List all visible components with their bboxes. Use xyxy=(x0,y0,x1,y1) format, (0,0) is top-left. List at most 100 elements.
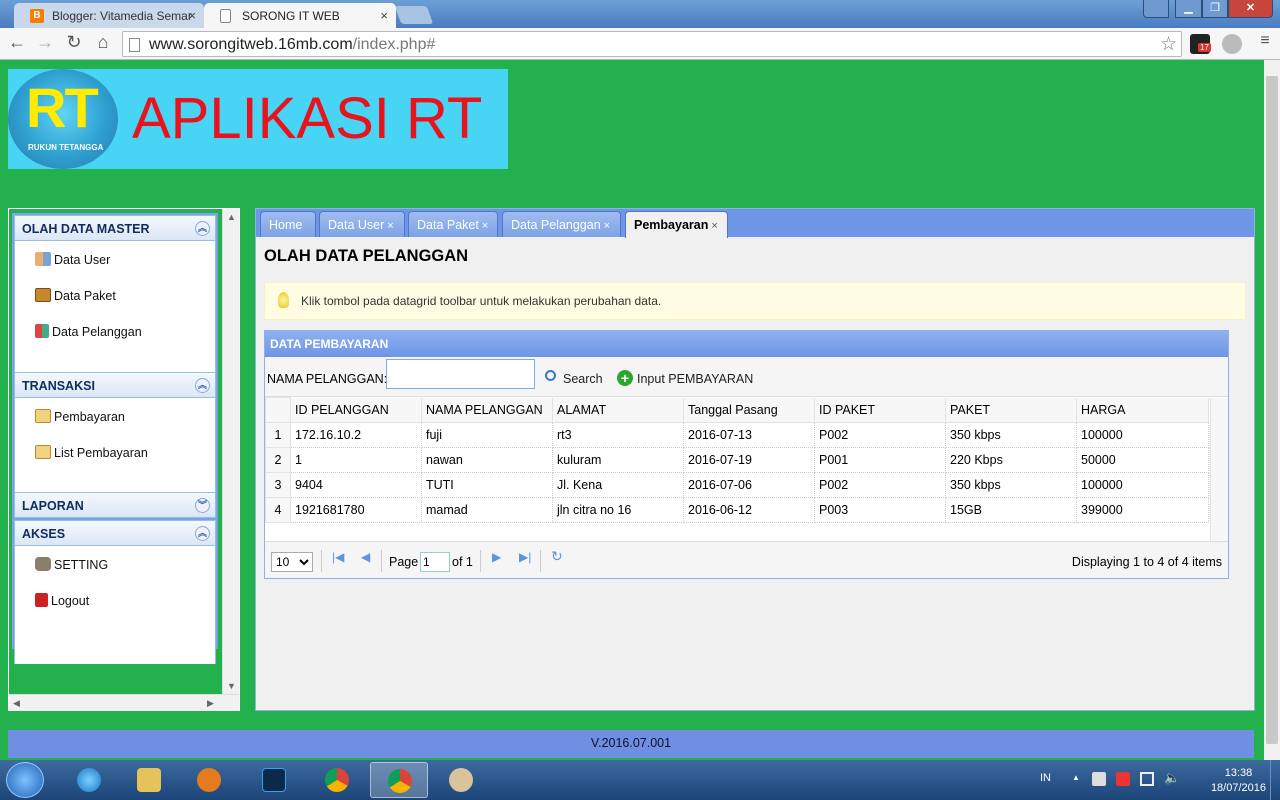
expand-icon[interactable]: ︾ xyxy=(195,498,210,513)
collapse-icon[interactable]: ︽ xyxy=(195,221,210,236)
datagrid-scrollbar[interactable] xyxy=(1210,398,1228,549)
language-indicator[interactable]: IN xyxy=(1040,772,1051,784)
user-profile-button[interactable] xyxy=(1143,0,1169,18)
info-text: Klik tombol pada datagrid toolbar untuk … xyxy=(301,294,662,308)
taskbar-photoshop[interactable] xyxy=(245,762,303,798)
sidebar-item-data-user[interactable]: Data User xyxy=(15,241,215,277)
taskbar-chrome-active[interactable] xyxy=(370,762,428,798)
page-size-select[interactable]: 10 xyxy=(271,552,313,572)
sidebar-item-pembayaran[interactable]: Pembayaran xyxy=(15,398,215,434)
browser-tab-sorong[interactable]: SORONG IT WEB × xyxy=(204,3,396,28)
column-header[interactable]: ID PAKET xyxy=(814,397,946,423)
tab-data-pelanggan[interactable]: Data Pelanggan × xyxy=(502,211,621,237)
taskbar-paint[interactable] xyxy=(432,762,490,798)
search-button[interactable]: Search xyxy=(545,370,603,386)
show-desktop-button[interactable] xyxy=(1270,760,1280,800)
tab-data-paket[interactable]: Data Paket × xyxy=(408,211,498,237)
logo-subtext: RUKUN TETANGGA xyxy=(28,143,104,152)
system-tray: IN ▲ 🔈 13:38 18/07/2016 xyxy=(1030,760,1280,800)
scroll-right-icon[interactable]: ▶ xyxy=(207,698,214,709)
column-header[interactable]: Tanggal Pasang xyxy=(683,397,815,423)
sidebar-item-setting[interactable]: SETTING xyxy=(15,546,215,582)
new-tab-button[interactable] xyxy=(394,6,434,24)
minimize-button[interactable]: ▁ xyxy=(1175,0,1202,18)
section-header-akses[interactable]: AKSES ︽ xyxy=(14,520,216,546)
page-number-input[interactable] xyxy=(420,552,450,572)
taskbar-chrome[interactable] xyxy=(308,762,366,798)
refresh-icon[interactable]: ↻ xyxy=(551,548,563,565)
url-path: /index.php# xyxy=(352,36,436,53)
volume-icon[interactable]: 🔈 xyxy=(1164,770,1180,786)
column-header[interactable]: ALAMAT xyxy=(552,397,684,423)
sidebar-item-data-pelanggan[interactable]: Data Pelanggan xyxy=(15,313,215,349)
last-page-icon[interactable]: ▶| xyxy=(519,550,531,564)
section-header-laporan[interactable]: LAPORAN ︾ xyxy=(14,492,216,518)
close-tab-icon[interactable]: × xyxy=(380,8,388,23)
close-window-button[interactable]: ✕ xyxy=(1228,0,1273,18)
first-page-icon[interactable]: |◀ xyxy=(332,550,344,564)
sidebar-vertical-scrollbar[interactable]: ▲ ▼ xyxy=(222,209,239,694)
column-header[interactable]: ID PELANGGAN xyxy=(290,397,422,423)
column-header[interactable]: PAKET xyxy=(945,397,1077,423)
sidebar-item-logout[interactable]: Logout xyxy=(15,582,215,618)
security-icon[interactable] xyxy=(1116,772,1130,786)
close-tab-icon[interactable]: × xyxy=(604,220,610,232)
taskbar-ie[interactable] xyxy=(60,762,118,798)
action-center-icon[interactable] xyxy=(1092,772,1106,786)
scroll-up-icon[interactable]: ▲ xyxy=(227,212,236,222)
clock[interactable]: 13:38 18/07/2016 xyxy=(1211,766,1266,796)
input-pembayaran-button[interactable]: + Input PEMBAYARAN xyxy=(617,370,753,386)
start-button[interactable] xyxy=(6,762,44,798)
browser-tab-title: SORONG IT WEB xyxy=(242,9,340,23)
section-header-master[interactable]: OLAH DATA MASTER ︽ xyxy=(14,215,216,241)
scroll-down-icon[interactable]: ▼ xyxy=(227,681,236,691)
table-row[interactable]: 2 1 nawan kuluram 2016-07-19 P001 220 Kb… xyxy=(265,447,1209,473)
network-icon[interactable] xyxy=(1140,772,1154,786)
sidebar-item-data-paket[interactable]: Data Paket xyxy=(15,277,215,313)
info-message: Klik tombol pada datagrid toolbar untuk … xyxy=(264,282,1246,320)
sidebar-item-list-pembayaran[interactable]: List Pembayaran xyxy=(15,434,215,470)
page-scrollbar-thumb[interactable] xyxy=(1266,76,1278,744)
close-tab-icon[interactable]: × xyxy=(387,220,393,232)
tab-home[interactable]: Home xyxy=(260,211,316,237)
bookmark-star-icon[interactable]: ☆ xyxy=(1160,33,1177,56)
menu-icon[interactable]: ≡ xyxy=(1254,32,1276,50)
globe-extension-icon[interactable] xyxy=(1222,34,1242,54)
browser-tab-blogger[interactable]: B Blogger: Vitamedia Semar × xyxy=(14,3,204,28)
table-row[interactable]: 1 172.16.10.2 fuji rt3 2016-07-13 P002 3… xyxy=(265,422,1209,448)
prev-page-icon[interactable]: ◀ xyxy=(361,550,370,564)
sidebar-horizontal-scrollbar[interactable]: ◀ ▶ xyxy=(9,694,239,711)
reload-icon[interactable]: ↻ xyxy=(63,32,85,53)
maximize-button[interactable]: ❐ xyxy=(1202,0,1228,18)
tab-label: Data Pelanggan xyxy=(511,218,601,232)
table-row[interactable]: 4 1921681780 mamad jln citra no 16 2016-… xyxy=(265,497,1209,523)
customers-icon xyxy=(35,324,49,338)
back-arrow-icon[interactable]: ← xyxy=(6,32,28,53)
extension-badge: 17 xyxy=(1198,43,1211,52)
close-tab-icon[interactable]: × xyxy=(711,220,717,232)
forward-arrow-icon[interactable]: → xyxy=(34,32,56,53)
header-banner: RT RUKUN TETANGGA APLIKASI RT xyxy=(8,69,508,169)
collapse-icon[interactable]: ︽ xyxy=(195,526,210,541)
tab-pembayaran[interactable]: Pembayaran × xyxy=(625,211,728,238)
address-bar[interactable]: www.sorongitweb.16mb.com/index.php# ☆ xyxy=(122,31,1182,57)
search-input[interactable] xyxy=(386,359,535,389)
page-scrollbar[interactable] xyxy=(1264,60,1280,760)
home-icon[interactable]: ⌂ xyxy=(92,32,114,53)
browser-tab-strip: B Blogger: Vitamedia Semar × SORONG IT W… xyxy=(0,0,1280,28)
column-header[interactable]: NAMA PELANGGAN xyxy=(421,397,553,423)
section-header-transaksi[interactable]: TRANSAKSI ︽ xyxy=(14,372,216,398)
show-hidden-icons[interactable]: ▲ xyxy=(1072,773,1080,782)
close-tab-icon[interactable]: × xyxy=(482,220,488,232)
scroll-left-icon[interactable]: ◀ xyxy=(13,698,20,709)
table-row[interactable]: 3 9404 TUTI Jl. Kena 2016-07-06 P002 350… xyxy=(265,472,1209,498)
taskbar-explorer[interactable] xyxy=(120,762,178,798)
close-tab-icon[interactable]: × xyxy=(188,8,196,23)
next-page-icon[interactable]: ▶ xyxy=(492,550,501,564)
tab-data-user[interactable]: Data User × xyxy=(319,211,405,237)
column-header[interactable]: HARGA xyxy=(1076,397,1209,423)
taskbar-media-player[interactable] xyxy=(180,762,238,798)
cell-harga: 50000 xyxy=(1076,447,1209,473)
collapse-icon[interactable]: ︽ xyxy=(195,378,210,393)
extension-icon[interactable]: 17 xyxy=(1190,34,1211,54)
